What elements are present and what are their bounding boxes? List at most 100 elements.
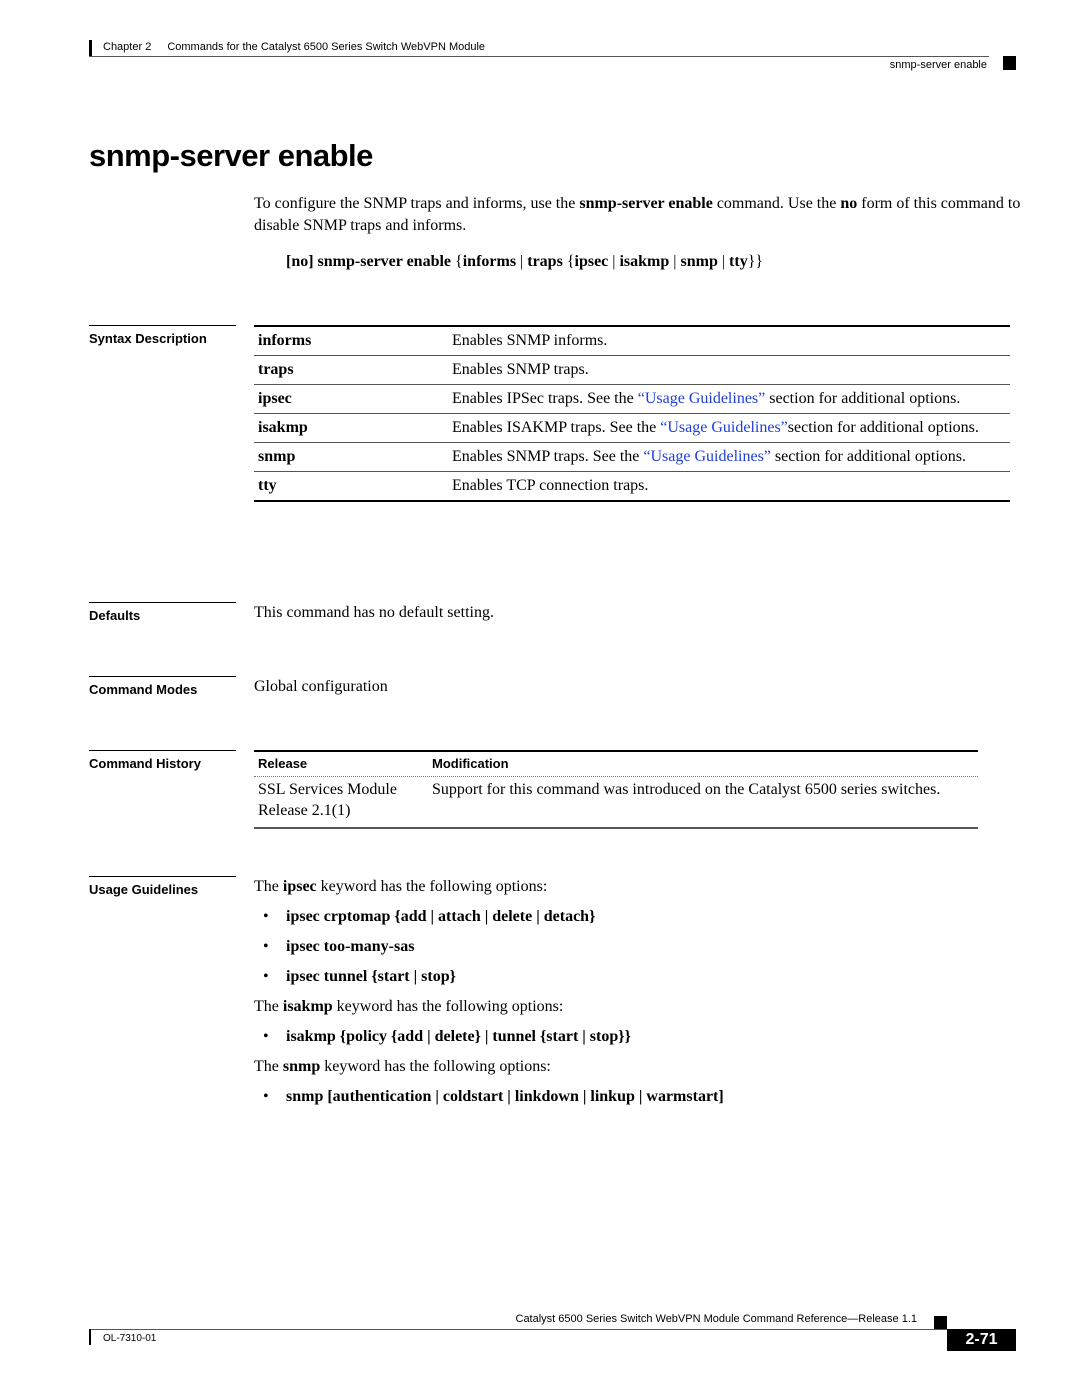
syntax-part: snmp [680,253,718,270]
description-cell: Enables ISAKMP traps. See the “Usage Gui… [452,417,1010,438]
syntax-part: ipsec [574,253,609,270]
usage-text: keyword has the following options: [332,998,564,1015]
description-text: Enables ISAKMP traps. See the [452,419,661,436]
description-text: Enables IPSec traps. See the [452,390,638,407]
page-number: 2-71 [947,1329,1016,1351]
usage-keyword: ipsec [282,878,317,895]
option-text: ipsec crptomap {add | attach | delete | … [286,908,596,925]
bullet-icon: • [263,1028,269,1045]
list-item: • ipsec crptomap {add | attach | delete |… [254,908,1014,926]
usage-keyword: isakmp [282,998,333,1015]
table-row: ipsec Enables IPSec traps. See the “Usag… [254,384,1010,413]
table-row: isakmp Enables ISAKMP traps. See the “Us… [254,413,1010,442]
syntax-brace: { [562,253,575,270]
syntax-brace: { [455,253,463,270]
table-row: traps Enables SNMP traps. [254,355,1010,384]
description-text: section for additional options. [770,448,966,465]
table-row: informs Enables SNMP informs. [254,327,1010,355]
table-row: snmp Enables SNMP traps. See the “Usage … [254,442,1010,471]
release-cell: SSL Services Module Release 2.1(1) [258,781,397,819]
command-modes-text: Global configuration [254,678,388,695]
intro-command: snmp-server enable [579,195,713,212]
syntax-brace: }} [747,253,764,270]
option-text: ipsec tunnel {start | stop} [286,968,456,985]
syntax-part: [no] snmp-server enable [286,253,456,270]
description-cell: Enables IPSec traps. See the “Usage Guid… [452,388,1010,409]
keyword-cell: ipsec [258,390,292,407]
intro-no-keyword: no [840,195,858,212]
header-block-marker [1003,56,1016,70]
syntax-pipe: | [608,253,620,270]
isakmp-intro: The isakmp keyword has the following opt… [254,998,1014,1016]
footer-book-title: Catalyst 6500 Series Switch WebVPN Modul… [515,1313,918,1325]
section-label-usage-guidelines: Usage Guidelines [89,876,236,897]
ipsec-intro: The ipsec keyword has the following opti… [254,878,1014,896]
syntax-pipe: | [516,253,528,270]
syntax-part: traps [527,253,563,270]
section-label-syntax-description: Syntax Description [89,325,236,346]
description-text: section for additional options. [765,390,961,407]
usage-guidelines-link[interactable]: “Usage Guidelines” [643,448,771,465]
table-row: tty Enables TCP connection traps. [254,471,1010,500]
chapter-title: Commands for the Catalyst 6500 Series Sw… [167,41,486,53]
description-cell: Enables SNMP traps. [452,359,1010,380]
description-text: Enables SNMP informs. [452,332,608,349]
usage-guidelines-link[interactable]: “Usage Guidelines” [660,419,788,436]
header-release: Release [258,756,308,771]
section-label-command-history: Command History [89,750,236,771]
intro-text: command. Use the [712,195,841,212]
chapter-number: Chapter 2 [103,41,152,53]
defaults-text: This command has no default setting. [254,604,494,621]
table-row: SSL Services Module Release 2.1(1) Suppo… [254,777,978,827]
header-bar-marker [89,40,92,57]
syntax-pipe: | [717,253,730,270]
intro-text: To configure the SNMP traps and informs,… [254,195,580,212]
bullet-icon: • [263,938,269,955]
footer-rule [89,1329,947,1330]
usage-guidelines-link[interactable]: “Usage Guidelines” [638,390,766,407]
description-text: Enables SNMP traps. See the [452,448,644,465]
description-text: Enables SNMP traps. [452,361,589,378]
footer-bar-marker [89,1329,91,1345]
section-label-defaults: Defaults [89,602,236,623]
keyword-cell: informs [258,332,312,349]
syntax-part: isakmp [619,253,670,270]
bullet-icon: • [263,1088,269,1105]
list-item: • ipsec tunnel {start | stop} [254,968,1014,986]
syntax-part: tty [729,253,748,270]
keyword-cell: tty [258,477,277,494]
list-item: • snmp [authentication | coldstart | link… [254,1088,1014,1106]
modification-cell: Support for this command was introduced … [432,781,941,798]
intro-paragraph: To configure the SNMP traps and informs,… [254,193,1024,237]
description-text: Enables TCP connection traps. [452,477,649,494]
page-title: snmp-server enable [89,138,373,173]
syntax-part: informs [462,253,517,270]
description-cell: Enables TCP connection traps. [452,475,1010,496]
usage-text: The [254,1058,283,1075]
list-item: • isakmp {policy {add | delete} | tunnel … [254,1028,1014,1046]
running-header-chapter: Chapter 2 Commands for the Catalyst 6500 … [103,41,485,53]
description-cell: Enables SNMP informs. [452,330,1010,351]
header-modification: Modification [432,756,509,771]
option-text: ipsec too-many-sas [286,938,415,955]
section-label-command-modes: Command Modes [89,676,236,697]
command-history-table: Release Modification SSL Services Module… [254,750,978,829]
list-item: • ipsec too-many-sas [254,938,1014,956]
description-text: section for additional options. [787,419,979,436]
header-rule [89,56,989,57]
bullet-icon: • [263,968,269,985]
snmp-intro: The snmp keyword has the following optio… [254,1058,1014,1076]
description-cell: Enables SNMP traps. See the “Usage Guide… [452,446,1010,467]
running-header-section: snmp-server enable [889,59,987,71]
keyword-cell: traps [258,361,294,378]
usage-text: keyword has the following options: [316,878,548,895]
table-header-row: Release Modification [254,752,978,777]
syntax-description-table: informs Enables SNMP informs. traps Enab… [254,325,1010,502]
option-text: isakmp {policy {add | delete} | tunnel {… [286,1028,631,1045]
usage-text: The [254,998,283,1015]
footer-doc-number: OL-7310-01 [103,1333,157,1344]
keyword-cell: isakmp [258,419,308,436]
keyword-cell: snmp [258,448,296,465]
option-text: snmp [authentication | coldstart | linkd… [286,1088,724,1105]
bullet-icon: • [263,908,269,925]
